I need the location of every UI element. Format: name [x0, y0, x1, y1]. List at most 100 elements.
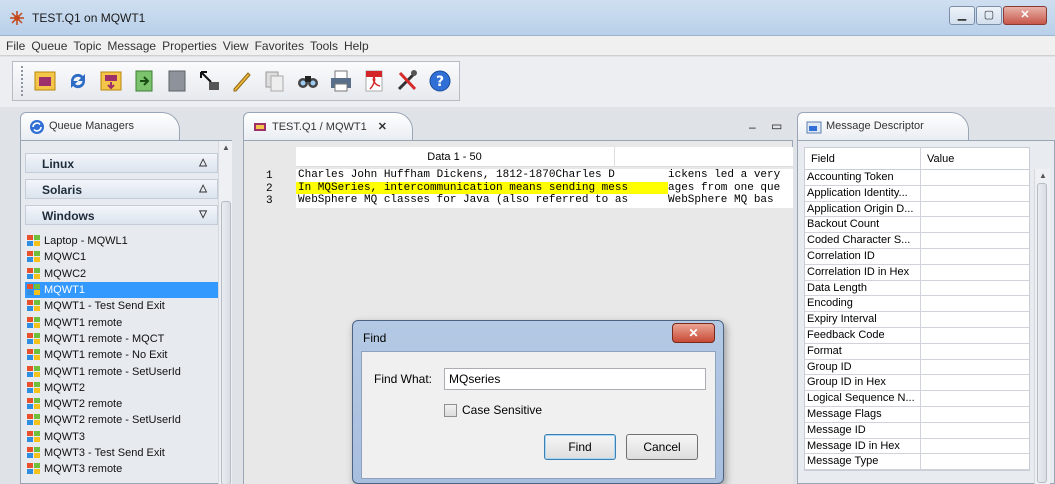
descriptor-row[interactable]: Coded Character S... [805, 233, 1029, 249]
svg-text:?: ? [436, 74, 444, 90]
descriptor-row[interactable]: Message ID [805, 422, 1029, 439]
descriptor-row[interactable]: Message ID in Hex [805, 438, 1029, 455]
queue-manager-item[interactable]: MQWT1 [25, 281, 227, 299]
panel-maximize-icon[interactable]: ▭ [771, 119, 782, 133]
descriptor-row[interactable]: Correlation ID [805, 248, 1029, 265]
case-sensitive-label[interactable]: Case Sensitive [462, 403, 542, 417]
group-linux[interactable]: Linux △ [25, 153, 218, 173]
descriptor-row[interactable]: Logical Sequence N... [805, 391, 1029, 407]
find-what-input[interactable]: MQseries [444, 368, 706, 390]
refresh-button[interactable] [64, 67, 92, 95]
refresh-icon [70, 73, 85, 89]
queue-manager-icon [27, 300, 40, 312]
descriptor-row[interactable]: Format [805, 343, 1029, 360]
descriptor-field: Correlation ID [805, 248, 921, 264]
queue-manager-item[interactable]: MQWC1 [25, 249, 227, 265]
descriptor-field: Message ID [805, 422, 921, 438]
scroll-up-icon[interactable]: ▲ [1039, 171, 1047, 180]
descriptor-row[interactable]: Correlation ID in Hex [805, 264, 1029, 281]
tab-label: TEST.Q1 / MQWT1 [272, 121, 367, 133]
print-button[interactable] [327, 67, 355, 95]
import-button[interactable] [130, 67, 158, 95]
data-row[interactable]: WebSphere MQ classes for Java (also refe… [296, 194, 793, 208]
queue-manager-item[interactable]: MQWT3 - Test Send Exit [25, 445, 227, 461]
pdf-button[interactable] [360, 67, 388, 95]
descriptor-row[interactable]: Accounting Token [805, 170, 1029, 186]
group-solaris[interactable]: Solaris △ [25, 179, 218, 199]
menu-properties[interactable]: Properties [159, 39, 220, 53]
descriptor-row[interactable]: Group ID [805, 359, 1029, 376]
load-button[interactable] [97, 67, 125, 95]
close-button[interactable]: ✕ [1003, 6, 1047, 25]
queue-manager-item[interactable]: Laptop - MQWL1 [25, 233, 227, 249]
descriptor-row[interactable]: Message Type [805, 454, 1029, 471]
tab-test-q1[interactable]: TEST.Q1 / MQWT1 ✕ [243, 112, 413, 140]
menu-help[interactable]: Help [341, 39, 372, 53]
descriptor-field: Application Identity... [805, 185, 921, 201]
queue-manager-item[interactable]: MQWT3 [25, 429, 227, 445]
scrollbar-thumb[interactable] [221, 201, 231, 484]
queue-manager-item[interactable]: MQWT1 remote - MQCT [25, 331, 227, 347]
descriptor-row[interactable]: Backout Count [805, 217, 1029, 234]
queue-manager-item[interactable]: MQWT1 remote [25, 314, 227, 330]
export-button[interactable] [163, 67, 191, 95]
queue-managers-scrollbar[interactable]: ▲ [218, 141, 232, 484]
descriptor-row[interactable]: Message Flags [805, 406, 1029, 423]
menu-favorites[interactable]: Favorites [252, 39, 307, 53]
descriptor-scrollbar[interactable]: ▲ [1034, 169, 1050, 484]
move-button[interactable] [196, 67, 224, 95]
tools-button[interactable] [393, 67, 421, 95]
minimize-button[interactable]: ▁ [949, 6, 975, 25]
queue-manager-label: MQWT3 - Test Send Exit [44, 447, 165, 459]
queue-manager-item[interactable]: MQWC2 [25, 266, 227, 282]
queue-manager-item[interactable]: MQWT2 remote [25, 396, 227, 412]
queue-manager-icon [27, 414, 40, 426]
tab-message-descriptor[interactable]: Message Descriptor [797, 112, 969, 140]
descriptor-row[interactable]: Feedback Code [805, 327, 1029, 344]
menu-message[interactable]: Message [104, 39, 159, 53]
maximize-button[interactable]: ▢ [976, 6, 1002, 25]
descriptor-field: Backout Count [805, 217, 921, 233]
queue-manager-item[interactable]: MQWT2 remote - SetUserId [25, 412, 227, 428]
toolbar-grip[interactable] [21, 66, 25, 96]
data-cell: Charles John Huffham Dickens, 1812-1870C… [298, 169, 615, 181]
menu-view[interactable]: View [220, 39, 252, 53]
descriptor-row[interactable]: Application Origin D... [805, 201, 1029, 218]
queue-manager-item[interactable]: MQWT2 [25, 380, 227, 396]
message-descriptor-panel: Field Value Accounting Token Application … [797, 140, 1055, 484]
menu-queue[interactable]: Queue [28, 39, 70, 53]
dialog-close-button[interactable]: ✕ [672, 323, 715, 343]
case-sensitive-checkbox[interactable] [444, 404, 457, 417]
cancel-button[interactable]: Cancel [626, 434, 698, 460]
edit-button[interactable] [229, 67, 257, 95]
descriptor-row[interactable]: Group ID in Hex [805, 375, 1029, 392]
tab-queue-managers[interactable]: Queue Managers [20, 112, 180, 140]
print-icon [331, 70, 352, 92]
panel-minimize-icon[interactable]: – [749, 120, 756, 134]
descriptor-row[interactable]: Data Length [805, 280, 1029, 297]
open-button[interactable] [31, 67, 59, 95]
scrollbar-thumb[interactable] [1037, 183, 1047, 483]
queue-manager-label: MQWC1 [44, 251, 87, 264]
descriptor-row[interactable]: Application Identity... [805, 185, 1029, 202]
queue-manager-item[interactable]: MQWT1 - Test Send Exit [25, 298, 227, 314]
find-button[interactable]: Find [544, 434, 616, 460]
menu-tools[interactable]: Tools [307, 39, 341, 53]
scroll-up-icon[interactable]: ▲ [222, 143, 230, 152]
menu-file[interactable]: File [3, 39, 28, 53]
descriptor-value [921, 249, 1029, 264]
descriptor-row[interactable]: Expiry Interval [805, 312, 1029, 328]
queue-manager-item[interactable]: MQWT3 remote [25, 461, 227, 477]
descriptor-row[interactable]: Encoding [805, 296, 1029, 313]
field-column-header[interactable]: Field [805, 148, 921, 169]
copy-button[interactable] [261, 67, 289, 95]
toolbar: ? [0, 57, 1055, 107]
queue-manager-item[interactable]: MQWT1 remote - SetUserId [25, 363, 227, 379]
help-button[interactable]: ? [426, 67, 454, 95]
group-windows[interactable]: Windows ▽ [25, 205, 218, 225]
value-column-header[interactable]: Value [921, 148, 1029, 169]
find-button[interactable] [294, 67, 322, 95]
tab-close-icon[interactable]: ✕ [378, 121, 387, 133]
queue-manager-item[interactable]: MQWT1 remote - No Exit [25, 347, 227, 363]
menu-topic[interactable]: Topic [70, 39, 104, 53]
